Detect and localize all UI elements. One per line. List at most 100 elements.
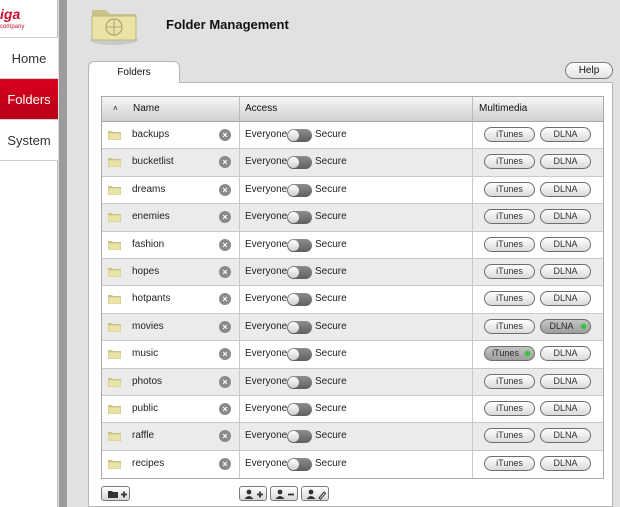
sidebar-item-folders[interactable]: Folders <box>0 79 58 120</box>
folder-name[interactable]: public <box>132 396 158 422</box>
table-row: bucketlist × Everyone Secure iTunes DLNA <box>102 149 603 177</box>
remove-user-button[interactable] <box>270 486 298 501</box>
name-cell: music × <box>102 341 240 368</box>
name-cell: fashion × <box>102 231 240 258</box>
folder-name[interactable]: recipes <box>132 451 164 477</box>
access-toggle[interactable] <box>287 129 312 142</box>
dlna-toggle-button[interactable]: DLNA <box>540 236 591 252</box>
folder-name[interactable]: photos <box>132 369 162 395</box>
add-user-button[interactable] <box>239 486 267 501</box>
remove-circle-icon[interactable]: × <box>219 320 231 333</box>
help-button[interactable]: Help <box>565 62 613 79</box>
itunes-toggle-button[interactable]: iTunes <box>484 428 535 444</box>
access-secure-label: Secure <box>315 375 347 387</box>
remove-circle-icon[interactable]: × <box>219 457 231 470</box>
folder-icon <box>108 350 121 360</box>
itunes-toggle-button[interactable]: iTunes <box>484 373 535 389</box>
sidebar-item-system[interactable]: System <box>0 120 58 161</box>
sidebar-item-label: System <box>7 132 51 148</box>
itunes-toggle-button[interactable]: iTunes <box>484 209 535 225</box>
add-user-icon <box>244 489 263 499</box>
itunes-toggle-button[interactable]: iTunes <box>484 318 535 334</box>
access-toggle[interactable] <box>287 457 312 471</box>
access-toggle[interactable] <box>287 183 312 197</box>
dlna-toggle-button[interactable]: DLNA <box>540 209 591 225</box>
remove-circle-icon[interactable]: × <box>219 402 231 415</box>
add-folder-button[interactable] <box>101 486 130 501</box>
dlna-toggle-button[interactable]: DLNA <box>540 346 591 362</box>
page-header: Folder Management <box>67 0 620 56</box>
remove-circle-icon[interactable]: × <box>219 430 231 443</box>
multimedia-cell: iTunes DLNA <box>474 286 604 312</box>
itunes-toggle-button[interactable]: iTunes <box>484 127 535 142</box>
folder-name[interactable]: enemies <box>132 204 170 230</box>
dlna-toggle-button[interactable]: DLNA <box>540 291 591 307</box>
folder-name[interactable]: dreams <box>132 177 165 203</box>
folder-name[interactable]: backups <box>132 122 169 148</box>
access-toggle[interactable] <box>287 265 312 279</box>
tab-folders[interactable]: Folders <box>88 61 180 83</box>
remove-circle-icon[interactable]: × <box>219 129 231 141</box>
remove-circle-icon[interactable]: × <box>219 375 231 388</box>
folder-icon <box>108 213 121 223</box>
folder-name[interactable]: fashion <box>132 232 164 258</box>
remove-circle-icon[interactable]: × <box>219 156 231 169</box>
name-cell: recipes × <box>102 450 240 479</box>
name-cell: hotpants × <box>102 286 240 313</box>
itunes-toggle-button[interactable]: iTunes <box>484 154 535 170</box>
access-cell: Everyone Secure <box>241 204 473 231</box>
sort-indicator-icon[interactable]: ˄ <box>113 97 118 121</box>
itunes-toggle-button[interactable]: iTunes <box>484 400 535 416</box>
edit-user-button[interactable] <box>301 486 329 501</box>
remove-circle-icon[interactable]: × <box>219 183 231 196</box>
multimedia-cell: iTunes DLNA <box>474 423 604 449</box>
remove-circle-icon[interactable]: × <box>219 211 231 224</box>
access-toggle[interactable] <box>287 238 312 252</box>
access-cell: Everyone Secure <box>241 341 473 368</box>
folder-name[interactable]: hopes <box>132 259 159 285</box>
sidebar: iga company Home Folders System <box>0 0 58 507</box>
remove-circle-icon[interactable]: × <box>219 238 231 251</box>
dlna-toggle-button[interactable]: DLNA <box>540 428 591 444</box>
sidebar-item-home[interactable]: Home <box>0 38 58 79</box>
itunes-toggle-button[interactable]: iTunes <box>484 291 535 307</box>
remove-circle-icon[interactable]: × <box>219 265 231 278</box>
dlna-toggle-button[interactable]: DLNA <box>540 181 591 197</box>
remove-circle-icon[interactable]: × <box>219 293 231 306</box>
dlna-toggle-button[interactable]: DLNA <box>540 373 591 389</box>
access-toggle[interactable] <box>287 211 312 225</box>
itunes-toggle-button[interactable]: iTunes <box>484 236 535 252</box>
dlna-toggle-button[interactable]: DLNA <box>540 318 591 334</box>
access-toggle[interactable] <box>287 320 312 334</box>
access-toggle[interactable] <box>287 293 312 307</box>
folder-icon <box>108 377 121 387</box>
access-cell: Everyone Secure <box>241 149 473 176</box>
itunes-toggle-button[interactable]: iTunes <box>484 455 535 471</box>
access-toggle[interactable] <box>287 375 312 389</box>
access-toggle[interactable] <box>287 156 312 170</box>
access-toggle[interactable] <box>287 430 312 444</box>
folder-name[interactable]: raffle <box>132 423 154 449</box>
dlna-toggle-button[interactable]: DLNA <box>540 400 591 416</box>
remove-circle-icon[interactable]: × <box>219 348 231 361</box>
itunes-toggle-button[interactable]: iTunes <box>484 263 535 279</box>
table-row: raffle × Everyone Secure iTunes DLNA <box>102 423 604 451</box>
itunes-toggle-button[interactable]: iTunes <box>484 181 535 197</box>
name-column-header[interactable] <box>102 97 240 121</box>
dlna-toggle-button[interactable]: DLNA <box>540 263 591 279</box>
dlna-toggle-button[interactable]: DLNA <box>540 455 591 471</box>
access-everyone-label: Everyone <box>245 375 288 387</box>
access-toggle[interactable] <box>287 402 312 416</box>
dlna-toggle-button[interactable]: DLNA <box>540 127 591 142</box>
folder-name[interactable]: movies <box>132 314 164 340</box>
folder-name[interactable]: bucketlist <box>132 149 174 175</box>
dlna-toggle-button[interactable]: DLNA <box>540 154 591 170</box>
access-secure-label: Secure <box>315 211 347 223</box>
access-everyone-label: Everyone <box>245 457 288 469</box>
access-toggle[interactable] <box>287 348 312 362</box>
itunes-toggle-button[interactable]: iTunes <box>484 346 535 362</box>
folder-name[interactable]: music <box>132 341 158 367</box>
folder-name[interactable]: hotpants <box>132 286 170 312</box>
sidebar-item-label: Folders <box>7 91 51 107</box>
access-header-label: Access <box>245 103 278 114</box>
